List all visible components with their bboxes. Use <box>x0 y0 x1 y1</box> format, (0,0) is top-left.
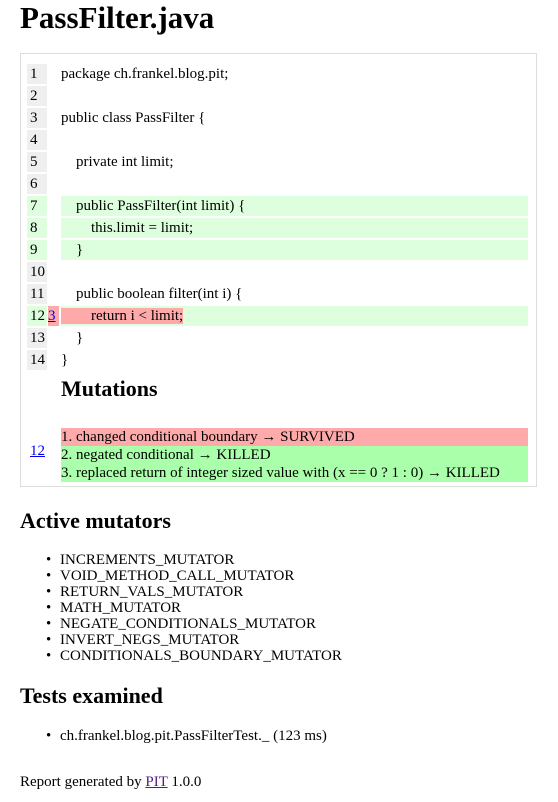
code-text: return i < limit; <box>61 306 528 326</box>
mutator-item: VOID_METHOD_CALL_MUTATOR <box>46 568 342 584</box>
line-number: 13 <box>27 328 47 348</box>
tests-examined-list: ch.frankel.blog.pit.PassFilterTest._ (12… <box>46 728 327 744</box>
source-line: 7 public PassFilter(int limit) { <box>27 196 528 216</box>
mutation-count <box>48 108 59 128</box>
code-text: public boolean filter(int i) { <box>61 286 243 302</box>
source-line: 11 public boolean filter(int i) { <box>27 284 528 304</box>
source-line: 12 3 return i < limit; <box>27 306 528 326</box>
active-mutators-heading: Active mutators <box>20 508 171 533</box>
line-number: 9 <box>27 240 47 260</box>
code-text: } <box>61 240 528 260</box>
mutation-count: 3 <box>48 306 59 326</box>
source-code-panel: Mutations 12 1. changed conditional boun… <box>20 53 537 487</box>
mutation-item: 2. negated conditional → KILLED <box>61 446 528 464</box>
source-line: 6 <box>27 174 528 194</box>
mutation-count <box>48 152 59 172</box>
mutations-heading: Mutations <box>61 376 158 401</box>
line-number: 5 <box>27 152 47 172</box>
mutation-count <box>48 196 59 216</box>
mutation-count <box>48 262 59 282</box>
mutation-count <box>48 130 59 150</box>
mutation-count <box>48 174 59 194</box>
mutator-item: MATH_MUTATOR <box>46 600 342 616</box>
line-number: 14 <box>27 350 47 370</box>
mutator-item: INVERT_NEGS_MUTATOR <box>46 632 342 648</box>
mutation-count <box>48 284 59 304</box>
code-text: } <box>61 330 84 346</box>
mutation-count <box>48 86 59 106</box>
test-item: ch.frankel.blog.pit.PassFilterTest._ (12… <box>46 728 327 744</box>
survived-mutation-highlight: return i < limit; <box>61 308 184 324</box>
mutator-item: NEGATE_CONDITIONALS_MUTATOR <box>46 616 342 632</box>
line-number: 8 <box>27 218 47 238</box>
code-text: package ch.frankel.blog.pit; <box>61 66 229 82</box>
mutator-item: RETURN_VALS_MUTATOR <box>46 584 342 600</box>
active-mutators-list: INCREMENTS_MUTATOR VOID_METHOD_CALL_MUTA… <box>46 552 342 664</box>
line-number: 7 <box>27 196 47 216</box>
source-line: 14} <box>27 350 528 370</box>
line-number: 10 <box>27 262 47 282</box>
line-number: 4 <box>27 130 47 150</box>
page-title: PassFilter.java <box>20 0 215 35</box>
code-text: this.limit = limit; <box>61 218 528 238</box>
source-line: 3 public class PassFilter { <box>27 108 528 128</box>
mutation-count <box>48 240 59 260</box>
mutation-line-link[interactable]: 12 <box>30 443 45 460</box>
footer: Report generated by PIT 1.0.0 <box>20 774 201 791</box>
source-line: 1 package ch.frankel.blog.pit; <box>27 64 528 84</box>
footer-prefix: Report generated by <box>20 774 146 790</box>
source-line: 2 <box>27 86 528 106</box>
source-line: 10 <box>27 262 528 282</box>
source-line: 8 this.limit = limit; <box>27 218 528 238</box>
tests-examined-heading: Tests examined <box>20 683 163 708</box>
code-text: private int limit; <box>61 154 174 170</box>
mutation-count <box>48 350 59 370</box>
mutation-item: 1. changed conditional boundary → SURVIV… <box>61 428 528 446</box>
mutation-count-link[interactable]: 3 <box>48 308 56 324</box>
code-text: public class PassFilter { <box>61 110 206 126</box>
code-text: public PassFilter(int limit) { <box>61 196 528 216</box>
mutation-count <box>48 218 59 238</box>
mutator-item: CONDITIONALS_BOUNDARY_MUTATOR <box>46 648 342 664</box>
line-number: 3 <box>27 108 47 128</box>
mutation-count <box>48 64 59 84</box>
footer-version: 1.0.0 <box>167 774 202 790</box>
mutation-item: 3. replaced return of integer sized valu… <box>61 464 528 482</box>
line-number: 2 <box>27 86 47 106</box>
mutator-item: INCREMENTS_MUTATOR <box>46 552 342 568</box>
mutations-list: 1. changed conditional boundary → SURVIV… <box>61 428 528 482</box>
line-number: 11 <box>27 284 47 304</box>
line-number: 6 <box>27 174 47 194</box>
line-number: 1 <box>27 64 47 84</box>
pit-link[interactable]: PIT <box>145 774 167 790</box>
source-line: 5 private int limit; <box>27 152 528 172</box>
code-text: } <box>61 352 69 368</box>
source-line: 13 } <box>27 328 528 348</box>
source-line: 4 <box>27 130 528 150</box>
line-number: 12 <box>27 306 47 326</box>
source-line: 9 } <box>27 240 528 260</box>
mutation-count <box>48 328 59 348</box>
